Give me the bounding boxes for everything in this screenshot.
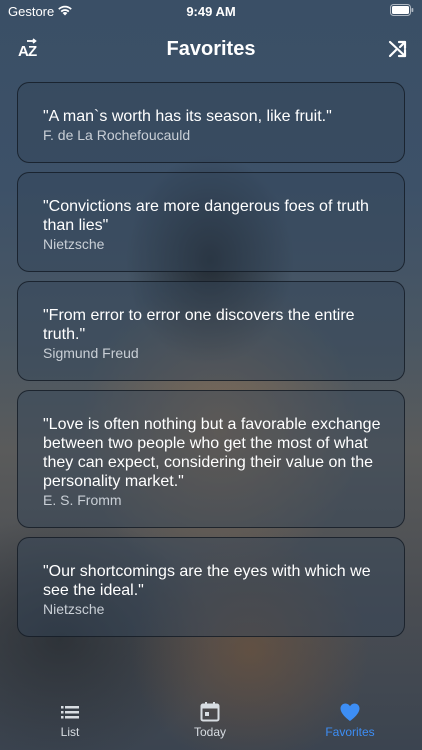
quote-card[interactable]: "A man`s worth has its season, like frui… <box>17 82 405 163</box>
battery-icon <box>390 4 414 16</box>
quote-text: "From error to error one discovers the e… <box>43 307 355 343</box>
quote-text: "Love is often nothing but a favorable e… <box>43 416 381 490</box>
quote-card[interactable]: "Love is often nothing but a favorable e… <box>17 390 405 528</box>
quote-card[interactable]: "Our shortcomings are the eyes with whic… <box>17 537 405 637</box>
tab-label: Favorites <box>325 725 375 739</box>
status-time: 9:49 AM <box>186 4 236 19</box>
navigation-bar: A Z Favorites <box>0 28 422 72</box>
tab-bar: List Today Favorites <box>0 698 422 750</box>
list-icon <box>61 706 79 719</box>
shuffle-icon[interactable] <box>388 39 408 59</box>
quote-author: Nietzsche <box>43 236 105 252</box>
quote-text: "A man`s worth has its season, like frui… <box>43 108 332 125</box>
tab-label: Today <box>193 725 227 739</box>
favorites-list: "A man`s worth has its season, like frui… <box>17 82 405 646</box>
quote-author: E. S. Fromm <box>43 492 122 508</box>
quote-card[interactable]: "Convictions are more dangerous foes of … <box>17 172 405 272</box>
quote-text: "Convictions are more dangerous foes of … <box>43 198 369 234</box>
tab-label: List <box>60 725 80 739</box>
heart-icon <box>340 703 360 721</box>
tab-favorites[interactable]: Favorites <box>280 698 420 750</box>
tab-list[interactable]: List <box>0 698 140 750</box>
quote-author: F. de La Rochefoucauld <box>43 127 191 143</box>
quote-author: Nietzsche <box>43 601 105 617</box>
page-title: Favorites <box>166 38 256 60</box>
tab-today[interactable]: Today <box>140 698 280 750</box>
quote-text: "Our shortcomings are the eyes with whic… <box>43 563 371 599</box>
status-bar: Gestore 9:49 AM <box>0 0 422 24</box>
calendar-icon <box>200 702 220 722</box>
quote-card[interactable]: "From error to error one discovers the e… <box>17 281 405 381</box>
quote-author: Sigmund Freud <box>43 345 139 361</box>
